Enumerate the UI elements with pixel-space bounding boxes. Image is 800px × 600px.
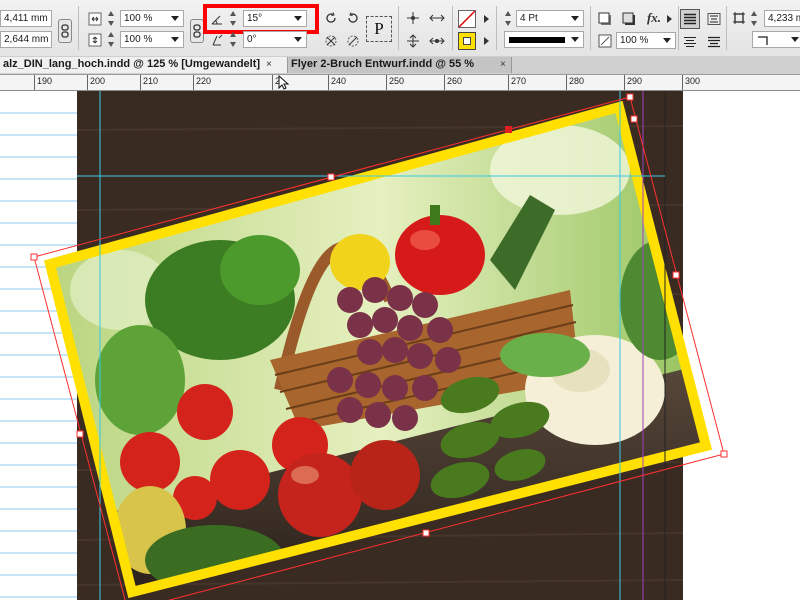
shear-angle-value: 0° (247, 34, 257, 45)
tab-flyer-2-bruch[interactable]: Flyer 2-Bruch Entwurf.indd @ 55 % (288, 57, 512, 73)
rotate-clockwise-icon[interactable] (322, 9, 340, 27)
drop-shadow-icon[interactable] (596, 10, 614, 28)
scale-x-dropdown[interactable]: 100 % (120, 10, 184, 27)
ruler-label: 280 (569, 76, 585, 86)
horizontal-ruler[interactable]: 190 200 210 220 2 240 250 260 270 280 29… (0, 75, 800, 91)
scale-x-stepper[interactable] (107, 10, 116, 27)
select-previous-object-icon[interactable] (404, 32, 422, 50)
opacity-icon (596, 32, 614, 50)
scale-x-value: 100 % (124, 13, 153, 24)
stroke-swatch-menu-arrow[interactable] (484, 37, 489, 45)
tab-close-icon[interactable]: × (500, 57, 506, 73)
constrain-link-icon[interactable] (58, 19, 72, 43)
tab-label: Flyer 2-Bruch Entwurf.indd @ 55 % (291, 58, 475, 70)
align-bottom-icon[interactable] (704, 32, 724, 52)
ruler-label: 300 (685, 76, 701, 86)
shear-angle-dropdown[interactable]: 0° (243, 31, 307, 48)
scale-y-icon (86, 31, 104, 49)
offset-stepper[interactable] (750, 10, 759, 27)
document-tab-bar: alz_DIN_lang_hoch.indd @ 125 % [Umgewand… (0, 56, 800, 75)
flip-vertical-icon[interactable] (344, 32, 362, 50)
align-top-icon[interactable] (680, 32, 700, 52)
ruler-label: 250 (389, 76, 405, 86)
y-position-field[interactable]: 2,644 mm (0, 31, 52, 48)
stroke-swatch-yellow[interactable] (458, 32, 476, 50)
fill-swatch-menu-arrow[interactable] (484, 15, 489, 23)
align-justify-icon[interactable] (680, 9, 700, 29)
effects-fx-label: fx. (646, 10, 662, 25)
control-panel: 4,411 mm 2,644 mm 100 % 100 % 15° 0° P 4… (0, 0, 800, 57)
select-content-icon[interactable] (428, 9, 446, 27)
stroke-type-dropdown[interactable] (504, 31, 584, 48)
select-container-icon[interactable] (404, 9, 422, 27)
scale-link-icon[interactable] (190, 19, 204, 43)
stroke-type-solid-line (509, 37, 565, 43)
tab-close-icon[interactable]: × (266, 57, 272, 73)
align-center-icon[interactable] (704, 9, 724, 29)
stroke-weight-value: 4 Pt (520, 13, 538, 24)
stroke-swatch-inner (463, 37, 471, 45)
layout-artwork (0, 91, 728, 600)
ruler-label: 210 (143, 76, 159, 86)
fill-swatch-none[interactable] (458, 10, 476, 28)
select-next-object-icon[interactable] (428, 32, 446, 50)
frame-fitting-icon[interactable] (730, 9, 748, 27)
document-canvas[interactable] (0, 91, 800, 600)
tab-label: alz_DIN_lang_hoch.indd @ 125 % [Umgewand… (3, 58, 261, 70)
stroke-weight-stepper[interactable] (504, 10, 513, 27)
scale-x-icon (86, 10, 104, 28)
scale-y-value: 100 % (124, 34, 153, 45)
rotation-highlight-box (203, 4, 319, 34)
x-position-field[interactable]: 4,411 mm (0, 10, 52, 27)
none-swatch-icon (459, 11, 475, 27)
rotation-center-handle[interactable] (505, 126, 512, 133)
corner-shape-dropdown[interactable] (752, 31, 800, 48)
ruler-label: 270 (511, 76, 527, 86)
effects-fx-icon[interactable]: fx. (644, 9, 664, 27)
baseline-grid (0, 112, 77, 598)
flip-horizontal-icon[interactable] (322, 32, 340, 50)
shear-angle-icon (208, 31, 226, 49)
ruler-label: 260 (447, 76, 463, 86)
mouse-cursor-icon (278, 75, 290, 90)
offset-field[interactable]: 4,233 mm (764, 10, 800, 27)
text-frame-indicator-border (366, 16, 392, 42)
shear-stepper[interactable] (229, 31, 238, 48)
ruler-label: 240 (331, 76, 347, 86)
ruler-label: 200 (90, 76, 106, 86)
ruler-label: 290 (627, 76, 643, 86)
shadow-square-icon[interactable] (620, 10, 638, 28)
scale-y-stepper[interactable] (107, 31, 116, 48)
stroke-weight-dropdown[interactable]: 4 Pt (516, 10, 584, 27)
tab-alz-din-lang-hoch[interactable]: alz_DIN_lang_hoch.indd @ 125 % [Umgewand… (0, 57, 288, 73)
corner-shape-icon (758, 36, 768, 45)
ruler-label: 190 (37, 76, 53, 86)
scale-y-dropdown[interactable]: 100 % (120, 31, 184, 48)
ruler-label: 220 (196, 76, 212, 86)
opacity-dropdown[interactable]: 100 % (616, 32, 676, 49)
rotate-counterclockwise-icon[interactable] (344, 9, 362, 27)
effects-menu-arrow[interactable] (667, 15, 672, 23)
opacity-value: 100 % (620, 35, 649, 46)
